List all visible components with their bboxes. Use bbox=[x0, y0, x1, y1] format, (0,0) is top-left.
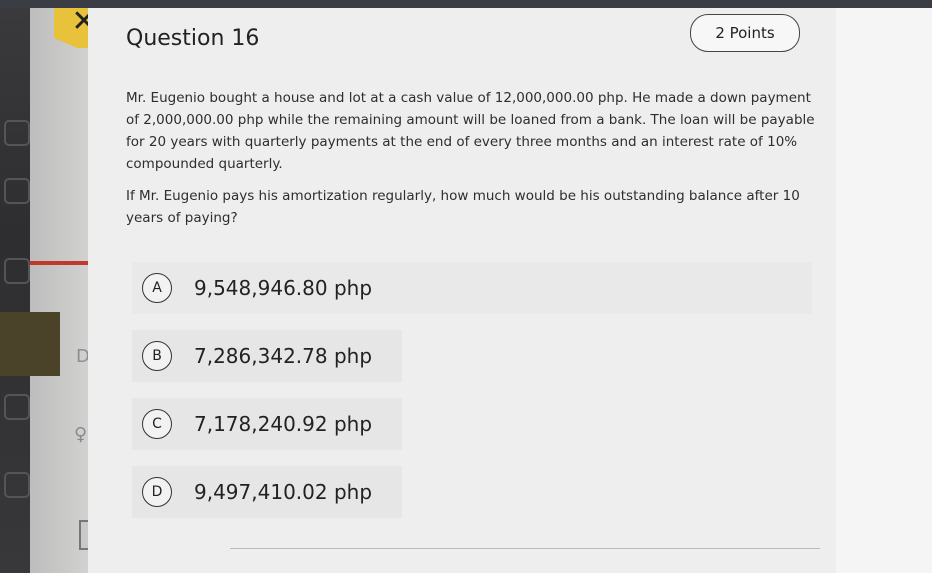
option-b[interactable]: B 7,286,342.78 php bbox=[132, 330, 402, 382]
option-d[interactable]: D 9,497,410.02 php bbox=[132, 466, 402, 518]
question-body: Mr. Eugenio bought a house and lot at a … bbox=[126, 90, 815, 172]
option-letter: D bbox=[142, 477, 172, 507]
left-rail bbox=[30, 8, 90, 573]
option-text: 7,178,240.92 php bbox=[194, 412, 373, 436]
option-letter: B bbox=[142, 341, 172, 371]
question-title: Question 16 bbox=[126, 26, 260, 51]
globe-icon[interactable] bbox=[4, 258, 30, 284]
person-icon[interactable]: ♀ bbox=[74, 424, 87, 445]
option-c[interactable]: C 7,178,240.92 php bbox=[132, 398, 402, 450]
divider bbox=[230, 548, 820, 549]
option-a[interactable]: A 9,548,946.80 php bbox=[132, 262, 812, 314]
points-badge: 2 Points bbox=[690, 14, 800, 52]
option-text: 9,497,410.02 php bbox=[194, 480, 373, 504]
top-bar bbox=[0, 0, 932, 8]
app-icon[interactable] bbox=[4, 120, 30, 146]
option-letter: C bbox=[142, 409, 172, 439]
option-text: 7,286,342.78 php bbox=[194, 344, 373, 368]
right-background bbox=[836, 8, 932, 573]
question-prompt: If Mr. Eugenio pays his amortization reg… bbox=[126, 188, 800, 226]
progress-indicator bbox=[30, 261, 90, 265]
option-text: 9,548,946.80 php bbox=[194, 276, 373, 300]
option-letter: A bbox=[142, 273, 172, 303]
app-icon[interactable] bbox=[4, 394, 30, 420]
globe-icon[interactable] bbox=[4, 472, 30, 498]
highlight-band bbox=[0, 312, 60, 376]
app-icon[interactable] bbox=[4, 178, 30, 204]
